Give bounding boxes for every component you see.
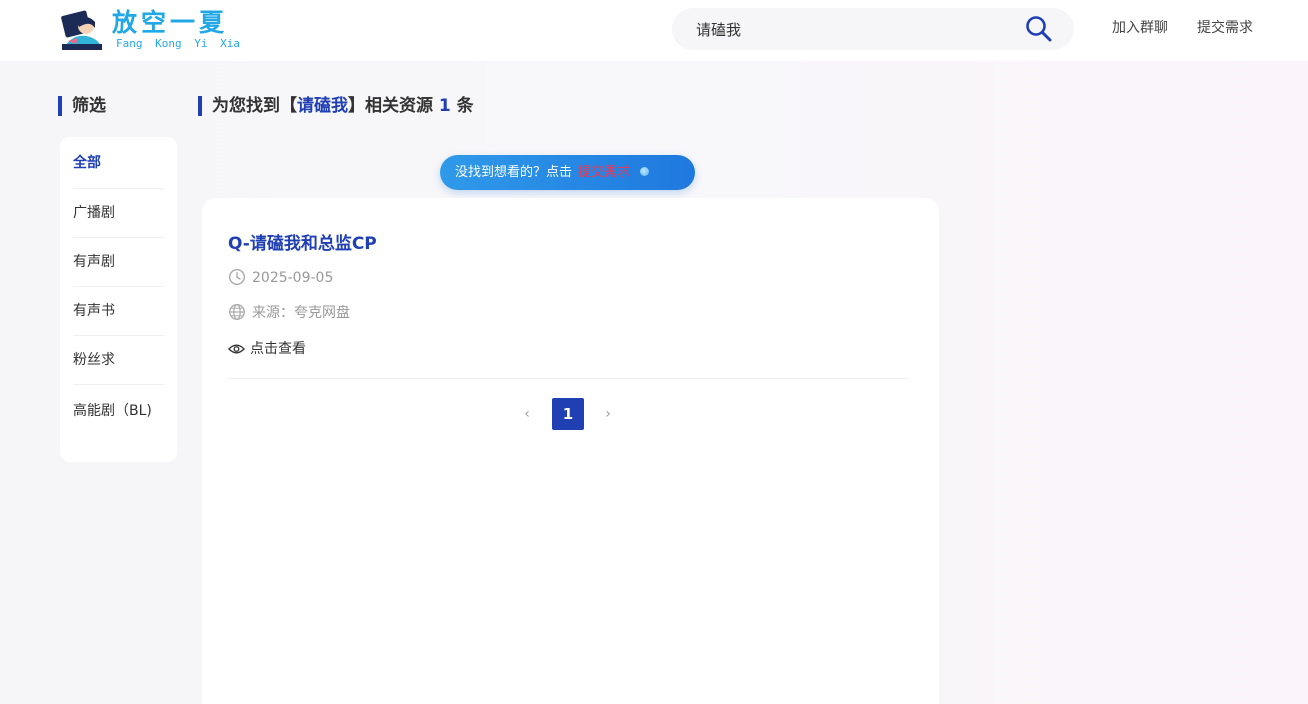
results-heading-middle: 】相关资源 [348, 96, 439, 116]
filter-item-fan-request[interactable]: 粉丝求 [73, 336, 164, 385]
pagination-next-button[interactable]: › [594, 398, 622, 430]
logo-mascot-icon [61, 10, 102, 50]
result-date-text: 2025-09-05 [252, 270, 334, 286]
nav-submit-request[interactable]: 提交需求 [1197, 18, 1253, 38]
filter-item-audio-drama[interactable]: 有声剧 [73, 238, 164, 287]
globe-icon [229, 304, 245, 320]
results-keyword: 请磕我 [297, 96, 348, 116]
result-title-link[interactable]: Q-请磕我和总监CP [228, 232, 377, 256]
results-count: 1 [438, 96, 451, 116]
notice-submit-request-link[interactable]: 提交需求 [578, 165, 630, 180]
view-result-label: 点击查看 [250, 341, 306, 357]
result-date: 2025-09-05 [228, 268, 333, 288]
filter-item-audiobook[interactable]: 有声书 [73, 287, 164, 336]
filter-heading: 筛选 [58, 96, 106, 116]
request-notice: 没找到想看的？点击 提交需求 [440, 155, 695, 190]
site-logo[interactable]: 放空一夏 Fang Kong Yi Xia [60, 8, 250, 52]
logo-subtitle: Fang Kong Yi Xia [116, 37, 240, 50]
results-heading-prefix: 为您找到【 [212, 96, 297, 116]
nav-join-group[interactable]: 加入群聊 [1112, 18, 1168, 38]
search-input[interactable] [696, 16, 1016, 42]
filter-item-bl[interactable]: 高能剧（BL) [73, 385, 164, 423]
results-heading-suffix: 条 [450, 96, 474, 116]
search-box [672, 8, 1074, 50]
notice-text: 没找到想看的？点击 [455, 165, 573, 180]
eye-icon [228, 344, 245, 354]
pagination: ‹ 1 › [202, 398, 939, 432]
result-divider [228, 378, 908, 379]
view-result-button[interactable]: 点击查看 [228, 339, 306, 359]
filter-item-radio-drama[interactable]: 广播剧 [73, 189, 164, 238]
pagination-prev-button[interactable]: ‹ [513, 398, 541, 430]
results-card: Q-请磕我和总监CP 2025-09-05 来源：夸克网盘 点击查看 ‹ 1 › [202, 198, 939, 704]
search-button[interactable] [1024, 14, 1054, 44]
notice-dot-icon [640, 167, 650, 176]
logo-title: 放空一夏 [112, 8, 229, 37]
result-source-text: 来源：夸克网盘 [252, 305, 350, 321]
filter-item-all[interactable]: 全部 [73, 137, 164, 189]
top-header: 放空一夏 Fang Kong Yi Xia 加入群聊 提交需求 [0, 0, 1308, 61]
pagination-page-1[interactable]: 1 [552, 398, 584, 430]
filter-list: 全部 广播剧 有声剧 有声书 粉丝求 高能剧（BL) [60, 137, 177, 462]
clock-icon [228, 268, 246, 286]
search-icon [1026, 16, 1052, 42]
results-heading: 为您找到【请磕我】相关资源 1 条 [198, 96, 474, 116]
result-source: 来源：夸克网盘 [228, 303, 350, 323]
